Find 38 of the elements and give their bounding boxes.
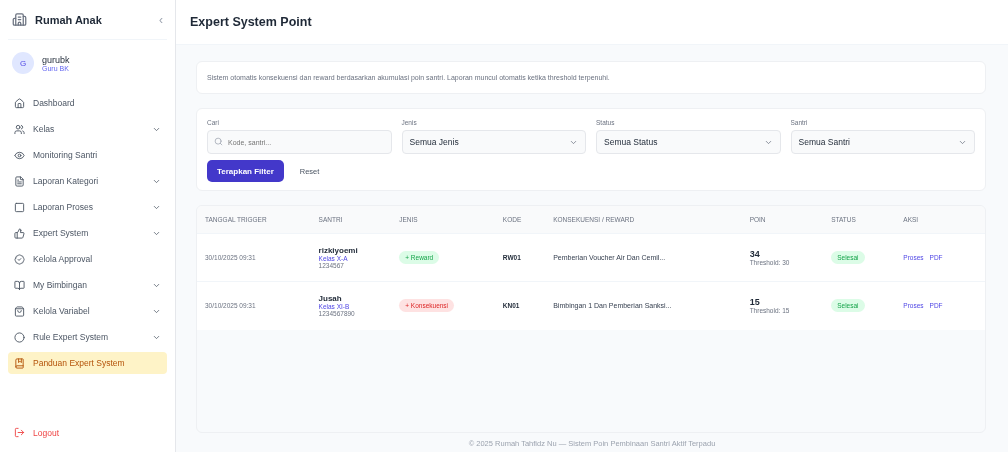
filter-select[interactable]: Semua Status: [596, 130, 781, 154]
sidebar-item[interactable]: Laporan Kategori: [8, 170, 167, 192]
book-icon: [14, 357, 25, 369]
user-avatar: G: [12, 52, 34, 74]
sidebar-item[interactable]: Expert System: [8, 222, 167, 244]
eye-icon: [14, 149, 25, 161]
square-icon: [14, 201, 25, 213]
sidebar-item[interactable]: Kelola Approval: [8, 248, 167, 270]
sidebar-item[interactable]: Kelas: [8, 118, 167, 140]
sidebar-item[interactable]: Monitoring Santri: [8, 144, 167, 166]
circle-icon: [14, 331, 25, 343]
page-title: Expert System Point: [190, 15, 312, 29]
book-icon: [14, 279, 25, 291]
bag-icon: [14, 305, 25, 317]
users-icon: [14, 123, 25, 135]
apply-filter-button[interactable]: Terapkan Filter: [207, 160, 284, 182]
home-icon: [14, 97, 25, 109]
logout-icon: [14, 427, 25, 438]
filter-select[interactable]: Semua Santri: [790, 130, 975, 154]
user-name: gurubk: [42, 54, 70, 65]
points-value: 15: [749, 297, 761, 308]
sidebar-item[interactable]: Kelola Variabel: [8, 300, 167, 322]
filter-select[interactable]: Semua Jenis: [401, 130, 586, 154]
sidebar-item[interactable]: Rule Expert System: [8, 326, 167, 348]
student-name: Jusah: [318, 294, 343, 304]
building-icon: [12, 12, 27, 27]
thumbs-up-icon: [14, 227, 25, 239]
sidebar-item[interactable]: Dashboard: [8, 92, 167, 114]
search-icon: [214, 137, 223, 146]
logout-link[interactable]: Logout: [8, 427, 167, 438]
points-value: 34: [749, 249, 761, 259]
brand-name: Rumah Anak: [35, 13, 103, 26]
document-icon: [14, 175, 25, 187]
sidebar-item[interactable]: Laporan Proses: [8, 196, 167, 218]
student-name: rizkiyoemi: [318, 246, 359, 255]
sidebar-item[interactable]: My Bimbingan: [8, 274, 167, 296]
badge-check-icon: [14, 253, 25, 265]
sidebar-item[interactable]: Panduan Expert System: [8, 352, 167, 374]
